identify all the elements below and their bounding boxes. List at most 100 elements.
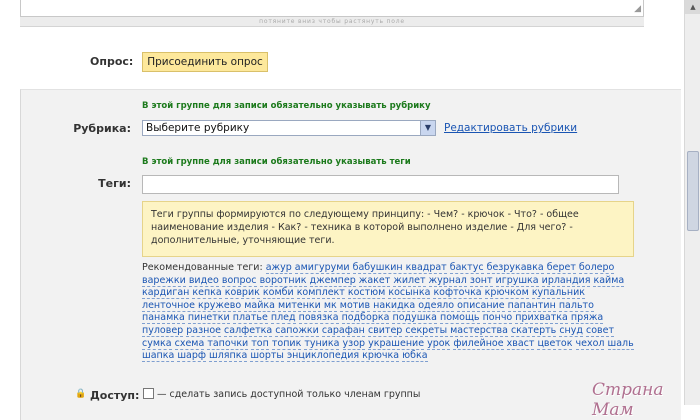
- recommended-tag[interactable]: коврик: [224, 287, 260, 300]
- post-text-area[interactable]: ◢: [20, 0, 644, 17]
- recommended-tag[interactable]: сапожки: [275, 324, 319, 337]
- recommended-tag[interactable]: варежки: [142, 274, 186, 287]
- recommended-tag[interactable]: топ: [251, 337, 269, 350]
- recommended-tag[interactable]: шорты: [250, 350, 284, 363]
- recommended-tag[interactable]: помощь: [439, 312, 480, 325]
- recommended-tag[interactable]: накидка: [373, 299, 416, 312]
- rubric-select[interactable]: Выберите рубрику ▼: [142, 120, 436, 136]
- resize-grip-icon[interactable]: ◢: [634, 4, 641, 14]
- recommended-tag[interactable]: комплект: [296, 287, 345, 300]
- recommended-tag[interactable]: свитер: [367, 324, 403, 337]
- recommended-tag[interactable]: мотив: [339, 299, 371, 312]
- attach-poll-button[interactable]: Присоединить опрос: [142, 52, 268, 72]
- recommended-tag[interactable]: юбка: [402, 350, 428, 363]
- recommended-tag[interactable]: филейное: [453, 337, 504, 350]
- recommended-tag[interactable]: совет: [585, 324, 614, 337]
- recommended-tag[interactable]: воротник: [259, 274, 307, 287]
- recommended-tag[interactable]: шарф: [177, 350, 206, 363]
- recommended-tag[interactable]: джемпер: [309, 274, 356, 287]
- chevron-down-icon[interactable]: ▼: [420, 121, 435, 135]
- recommended-tag[interactable]: безрукавка: [486, 262, 544, 274]
- recommended-tag[interactable]: украшение: [368, 337, 425, 350]
- members-only-checkbox[interactable]: [143, 388, 154, 399]
- recommended-tag[interactable]: подборка: [341, 312, 390, 325]
- recommended-tag[interactable]: схема: [174, 337, 205, 350]
- recommended-tag[interactable]: майка: [244, 299, 275, 312]
- recommended-tag[interactable]: топик: [271, 337, 302, 350]
- recommended-tag[interactable]: подушка: [392, 312, 437, 325]
- recommended-tag[interactable]: зонт: [469, 274, 493, 287]
- recommended-tag[interactable]: жакет: [358, 274, 391, 287]
- recommended-tag[interactable]: журнал: [428, 274, 467, 287]
- recommended-tag-list: ажур амигуруми бабушкин квадрат бактус б…: [142, 262, 634, 363]
- recommended-tag[interactable]: шапка: [142, 350, 175, 363]
- recommended-tag[interactable]: комби: [262, 287, 294, 300]
- rubric-label: Рубрика:: [73, 122, 131, 135]
- recommended-tag[interactable]: ажур: [265, 262, 292, 274]
- recommended-tag[interactable]: берет: [546, 262, 576, 274]
- recommended-tag[interactable]: одеяло: [418, 299, 455, 312]
- textarea-drag-handle[interactable]: потяните вниз чтобы растянуть поле: [20, 17, 644, 27]
- recommended-tag[interactable]: платье: [232, 312, 268, 325]
- recommended-tag[interactable]: разное: [186, 324, 222, 337]
- recommended-tag[interactable]: снуд: [559, 324, 583, 337]
- recommended-tag[interactable]: кайма: [593, 274, 625, 287]
- poll-label: Опрос:: [90, 55, 134, 68]
- recommended-tag[interactable]: бактус: [449, 262, 484, 274]
- recommended-tag[interactable]: мк: [323, 299, 337, 312]
- members-only-label: — сделать запись доступной только членам…: [157, 389, 421, 400]
- recommended-tag[interactable]: чехол: [575, 337, 605, 350]
- edit-rubrics-link[interactable]: Редактировать рубрики: [444, 122, 577, 134]
- recommended-tag[interactable]: туника: [304, 337, 340, 350]
- recommended-tag[interactable]: болеро: [578, 262, 615, 274]
- recommended-tags: Рекомендованные теги: ажур амигуруми баб…: [142, 262, 636, 363]
- recommended-tag[interactable]: пинетки: [187, 312, 230, 325]
- recommended-tag[interactable]: жилет: [393, 274, 426, 287]
- recommended-tag[interactable]: видео: [188, 274, 219, 287]
- recommended-tag[interactable]: энциклопедия крючка: [286, 350, 400, 363]
- recommended-tag[interactable]: вопрос: [221, 274, 257, 287]
- recommended-tag[interactable]: кепка: [192, 287, 222, 300]
- recommended-tag[interactable]: сумка: [142, 337, 172, 350]
- recommended-tag[interactable]: плед: [270, 312, 296, 325]
- recommended-tag[interactable]: секреты мастерства: [405, 324, 508, 337]
- scroll-thumb[interactable]: [687, 151, 699, 231]
- recommended-tag[interactable]: пончо: [482, 312, 513, 325]
- recommended-tag[interactable]: панамка: [142, 312, 185, 325]
- recommended-tags-label: Рекомендованные теги:: [142, 262, 263, 273]
- recommended-tag[interactable]: костюм: [347, 287, 386, 300]
- recommended-tag[interactable]: купальник: [531, 287, 585, 300]
- recommended-tag[interactable]: тапочки: [207, 337, 249, 350]
- recommended-tag[interactable]: бабушкин квадрат: [352, 262, 447, 274]
- recommended-tag[interactable]: хваст: [506, 337, 535, 350]
- recommended-tag[interactable]: ленточное кружево: [142, 299, 242, 312]
- recommended-tag[interactable]: ирландия: [541, 274, 591, 287]
- scroll-up-icon[interactable]: ▲: [685, 0, 700, 14]
- recommended-tag[interactable]: цветок: [537, 337, 573, 350]
- tags-input[interactable]: [142, 175, 619, 194]
- recommended-tag[interactable]: митенки: [277, 299, 321, 312]
- recommended-tag[interactable]: кардиган: [142, 287, 190, 300]
- recommended-tag[interactable]: пряжа: [570, 312, 604, 325]
- tags-label: Теги:: [98, 177, 131, 190]
- recommended-tag[interactable]: амигуруми: [294, 262, 350, 274]
- recommended-tag[interactable]: урок: [427, 337, 451, 350]
- recommended-tag[interactable]: шляпка: [209, 350, 248, 363]
- recommended-tag[interactable]: косынка: [388, 287, 431, 300]
- recommended-tag[interactable]: описание: [457, 299, 505, 312]
- recommended-tag[interactable]: пуловер: [142, 324, 184, 337]
- recommended-tag[interactable]: скатерть: [510, 324, 557, 337]
- recommended-tag[interactable]: крючком: [484, 287, 529, 300]
- recommended-tag[interactable]: папантин: [507, 299, 556, 312]
- recommended-tag[interactable]: салфетка: [224, 324, 273, 337]
- recommended-tag[interactable]: шаль: [607, 337, 634, 350]
- access-label: Доступ:: [90, 389, 140, 402]
- recommended-tag[interactable]: узор: [342, 337, 366, 350]
- recommended-tag[interactable]: кофточка: [433, 287, 482, 300]
- recommended-tag[interactable]: прихватка: [515, 312, 568, 325]
- recommended-tag[interactable]: пальто: [558, 299, 594, 312]
- recommended-tag[interactable]: сарафан: [321, 324, 365, 337]
- recommended-tag[interactable]: повязка: [298, 312, 339, 325]
- page-scrollbar[interactable]: ▲: [684, 0, 700, 405]
- recommended-tag[interactable]: игрушка: [495, 274, 539, 287]
